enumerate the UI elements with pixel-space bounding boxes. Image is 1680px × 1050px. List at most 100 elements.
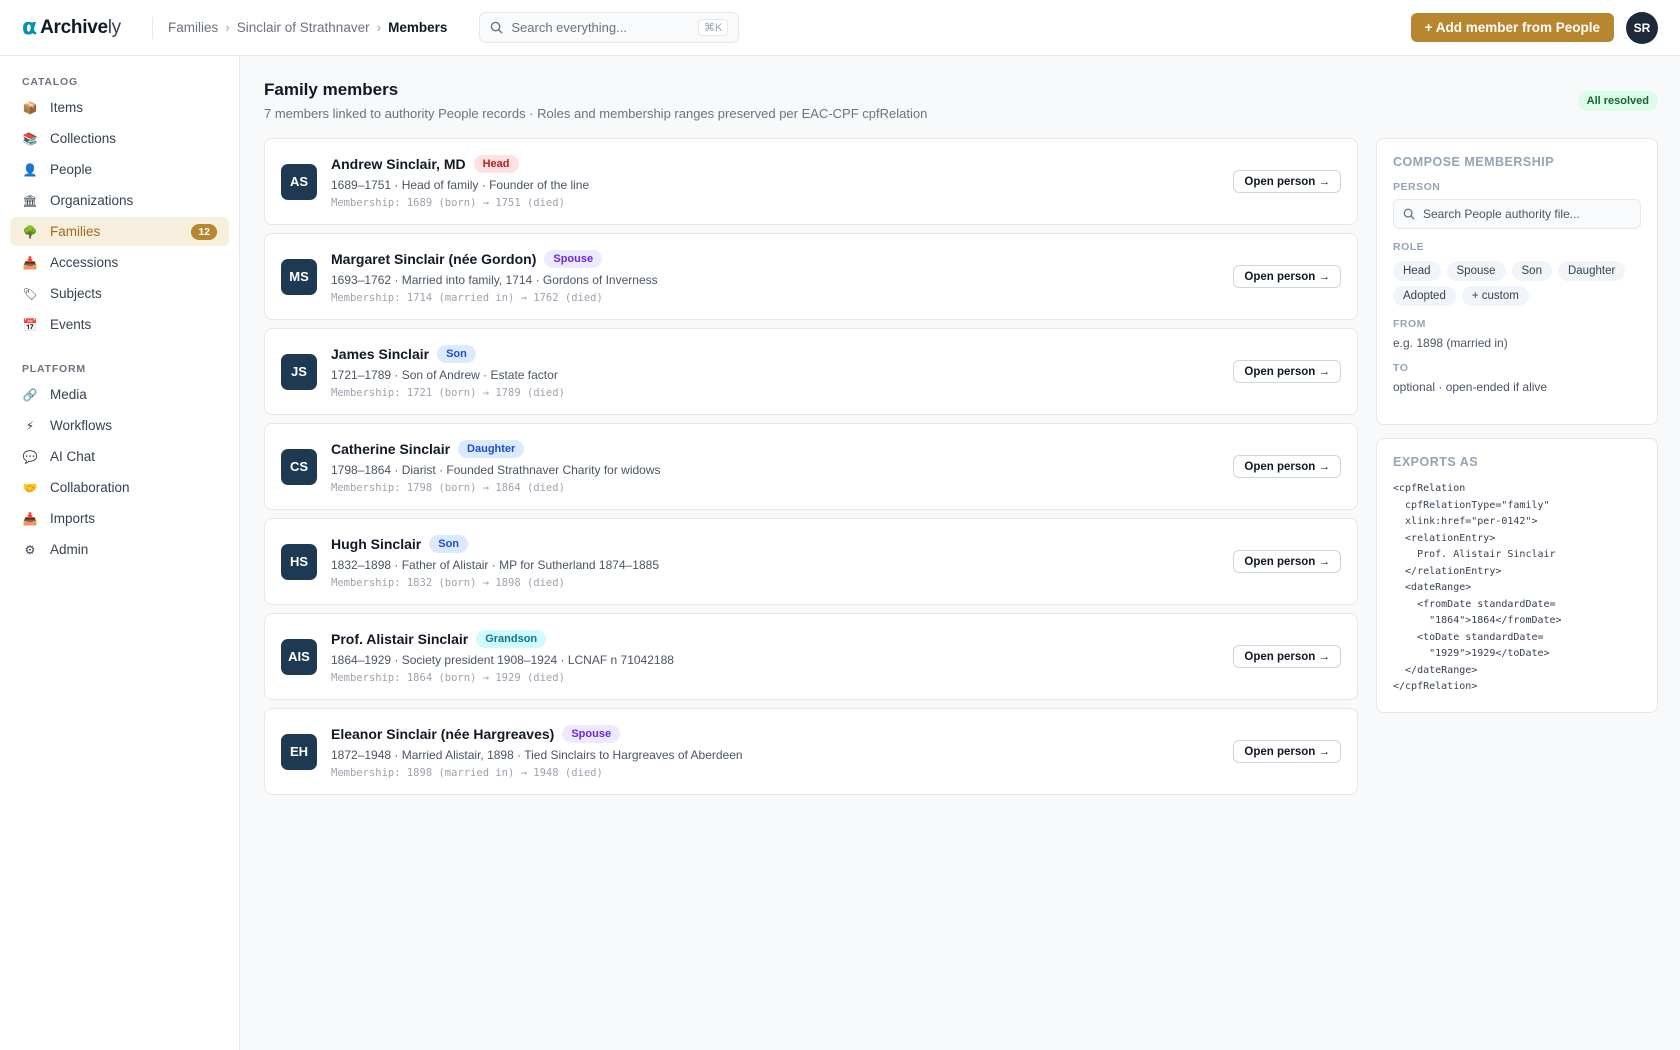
- from-field[interactable]: e.g. 1898 (married in): [1393, 336, 1641, 350]
- sidebar-item-events[interactable]: 📅 Events: [10, 310, 229, 339]
- role-label: ROLE: [1393, 241, 1425, 253]
- membership-range: Membership: 1864 (born) → 1929 (died): [331, 671, 565, 684]
- role-chip-daughter[interactable]: Daughter: [1557, 261, 1626, 281]
- member-info: Prof. Alistair Sinclair Grandson 1864–192…: [331, 629, 1233, 684]
- sidebar-item-label: Organizations: [50, 193, 134, 208]
- sidebar-section-catalog: CATALOG: [22, 76, 78, 88]
- member-card: MS Margaret Sinclair (née Gordon) Spouse …: [264, 233, 1358, 320]
- role-chip-custom[interactable]: + custom: [1461, 286, 1529, 306]
- breadcrumb-current: Members: [388, 20, 448, 35]
- logo[interactable]: α Archively: [0, 15, 152, 40]
- member-info: James Sinclair Son 1721–1789 · Son of And…: [331, 344, 1233, 399]
- member-name[interactable]: Prof. Alistair Sinclair: [331, 631, 468, 647]
- sidebar-item-collaboration[interactable]: 🤝 Collaboration: [10, 473, 229, 502]
- member-avatar: AIS: [281, 638, 317, 675]
- open-person-button[interactable]: Open person →: [1233, 550, 1341, 573]
- sidebar-item-label: Items: [50, 100, 84, 115]
- sidebar-item-label: Imports: [50, 511, 96, 526]
- open-person-button[interactable]: Open person →: [1233, 740, 1341, 763]
- gear-icon: ⚙: [24, 542, 36, 557]
- open-person-button[interactable]: Open person →: [1233, 265, 1341, 288]
- search-icon: [1403, 208, 1415, 220]
- open-person-button[interactable]: Open person →: [1233, 645, 1341, 668]
- sidebar-item-media[interactable]: 🔗 Media: [10, 380, 229, 409]
- membership-range: Membership: 1798 (born) → 1864 (died): [331, 481, 565, 494]
- member-avatar: EH: [281, 733, 317, 770]
- to-label: TO: [1393, 362, 1409, 374]
- role-chip-son[interactable]: Son: [1511, 261, 1552, 281]
- role-chip-spouse[interactable]: Spouse: [1446, 261, 1506, 281]
- breadcrumb-families[interactable]: Families: [168, 20, 218, 35]
- member-name[interactable]: Margaret Sinclair (née Gordon): [331, 251, 536, 267]
- sidebar-item-label: Accessions: [50, 255, 119, 270]
- sidebar-item-organizations[interactable]: 🏛 Organizations: [10, 186, 229, 215]
- role-chips: Head Spouse Son Daughter Adopted + custo…: [1393, 261, 1641, 306]
- person-search-placeholder: Search People authority file...: [1423, 207, 1580, 221]
- add-member-button[interactable]: + Add member from People: [1410, 13, 1614, 42]
- sidebar-item-collections[interactable]: 📚 Collections: [10, 124, 229, 153]
- member-name-row: Prof. Alistair Sinclair Grandson: [331, 629, 1233, 648]
- handshake-icon: 🤝: [22, 480, 38, 495]
- sidebar-item-families[interactable]: 🌳 Families 12: [10, 217, 229, 246]
- member-name[interactable]: Catherine Sinclair: [331, 441, 450, 457]
- member-meta: 1693–1762 · Married into family, 1714 · …: [331, 272, 658, 287]
- catalog-nav: 📦 Items 📚 Collections 👤 People 🏛 Organizatio…: [10, 93, 229, 339]
- page-title: Family members: [264, 80, 399, 99]
- member-name[interactable]: James Sinclair: [331, 346, 429, 362]
- member-avatar: MS: [281, 258, 317, 295]
- sidebar-item-label: Media: [50, 387, 87, 402]
- user-avatar[interactable]: SR: [1626, 11, 1658, 44]
- sidebar-item-accessions[interactable]: 📥 Accessions: [10, 248, 229, 277]
- chat-icon: 💬: [22, 449, 38, 464]
- panel-title: EXPORTS AS: [1393, 455, 1479, 469]
- member-name-row: James Sinclair Son: [331, 344, 1233, 363]
- role-chip-adopted[interactable]: Adopted: [1393, 286, 1456, 306]
- logo-text-thin: ly: [107, 16, 121, 38]
- panel-title: COMPOSE MEMBERSHIP: [1393, 155, 1555, 169]
- member-name-row: Hugh Sinclair Son: [331, 534, 1233, 553]
- role-badge: Spouse: [544, 249, 603, 268]
- member-card: AIS Prof. Alistair Sinclair Grandson 1864…: [264, 613, 1358, 700]
- inbox-icon: 📥: [22, 255, 38, 270]
- person-label: PERSON: [1393, 181, 1441, 193]
- breadcrumb-separator: ›: [376, 20, 382, 35]
- member-name[interactable]: Andrew Sinclair, MD: [331, 156, 466, 172]
- membership-range: Membership: 1832 (born) → 1898 (died): [331, 576, 565, 589]
- sidebar-item-label: Families: [50, 224, 101, 239]
- sidebar-item-label: Events: [50, 317, 92, 332]
- sidebar-item-label: Admin: [50, 542, 89, 557]
- shortcut-hint: ⌘K: [698, 19, 729, 36]
- role-chip-head[interactable]: Head: [1393, 261, 1441, 281]
- sidebar-item-label: Collaboration: [50, 480, 130, 495]
- sidebar-item-items[interactable]: 📦 Items: [10, 93, 229, 122]
- open-person-button[interactable]: Open person →: [1233, 455, 1341, 478]
- open-person-button[interactable]: Open person →: [1233, 170, 1341, 193]
- logo-mark-icon: α: [22, 15, 38, 40]
- member-info: Eleanor Sinclair (née Hargreaves) Spouse …: [331, 724, 1233, 779]
- member-list: AS Andrew Sinclair, MD Head 1689–1751 · H…: [264, 138, 1358, 803]
- import-icon: 📥: [22, 511, 38, 526]
- sidebar-item-label: AI Chat: [50, 449, 96, 464]
- global-search-input[interactable]: Search everything... ⌘K: [479, 12, 740, 43]
- member-name-row: Margaret Sinclair (née Gordon) Spouse: [331, 249, 1233, 268]
- open-person-button[interactable]: Open person →: [1233, 360, 1341, 383]
- sidebar-item-ai-chat[interactable]: 💬 AI Chat: [10, 442, 229, 471]
- member-card: AS Andrew Sinclair, MD Head 1689–1751 · H…: [264, 138, 1358, 225]
- sidebar-item-workflows[interactable]: ⚡ Workflows: [10, 411, 229, 440]
- search-icon: [491, 21, 503, 34]
- member-name[interactable]: Hugh Sinclair: [331, 536, 421, 552]
- member-info: Margaret Sinclair (née Gordon) Spouse 169…: [331, 249, 1233, 304]
- from-label: FROM: [1393, 318, 1426, 330]
- member-name[interactable]: Eleanor Sinclair (née Hargreaves): [331, 726, 554, 742]
- person-search-input[interactable]: Search People authority file...: [1393, 199, 1641, 229]
- member-name-row: Eleanor Sinclair (née Hargreaves) Spouse: [331, 724, 1233, 743]
- sidebar-item-imports[interactable]: 📥 Imports: [10, 504, 229, 533]
- sidebar-item-people[interactable]: 👤 People: [10, 155, 229, 184]
- sidebar-item-subjects[interactable]: 🏷 Subjects: [10, 279, 229, 308]
- sidebar-item-admin[interactable]: ⚙ Admin: [10, 535, 229, 564]
- to-field[interactable]: optional · open-ended if alive: [1393, 380, 1641, 394]
- breadcrumb-family[interactable]: Sinclair of Strathnaver: [237, 20, 370, 35]
- member-avatar: AS: [281, 163, 317, 200]
- member-meta: 1689–1751 · Head of family · Founder of …: [331, 177, 590, 192]
- member-meta: 1798–1864 · Diarist · Founded Strathnave…: [331, 462, 661, 477]
